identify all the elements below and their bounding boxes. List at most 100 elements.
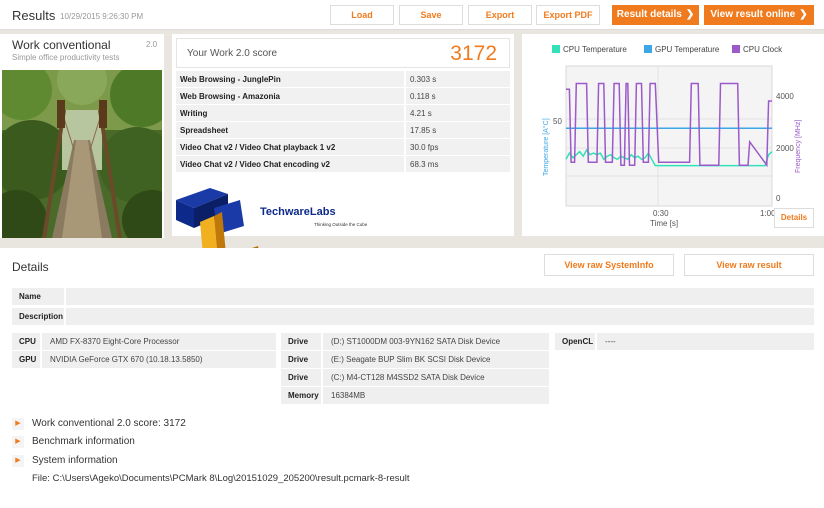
drive-value: (C:) M4-CT128 M4SSD2 SATA Disk Device: [321, 369, 549, 386]
test-version: 2.0: [146, 40, 158, 49]
legend-label: CPU Clock: [743, 45, 783, 54]
y-right-tick-label: 2000: [776, 144, 794, 153]
legend-swatch: [552, 45, 560, 53]
x-axis-label: Time [s]: [650, 219, 678, 228]
drive-value: (E:) Seagate BUP Slim BK SCSI Disk Devic…: [321, 351, 549, 368]
field-label: Drive: [288, 355, 309, 364]
memory-value: 16384MB: [321, 387, 549, 404]
drive-row: Drive (E:) Seagate BUP Slim BK SCSI Disk…: [281, 351, 549, 368]
export-button[interactable]: Export: [468, 5, 532, 25]
field-label: Description: [19, 312, 64, 321]
subscore-name: Video Chat v2 / Video Chat playback 1 v2: [176, 139, 404, 155]
opencl-value: ----: [595, 333, 814, 350]
subscore-name: Video Chat v2 / Video Chat encoding v2: [176, 156, 404, 172]
memory-row: Memory 16384MB: [281, 387, 549, 404]
field-label: OpenCL: [562, 337, 594, 346]
y-left-tick-label: 50: [553, 117, 562, 126]
test-thumbnail-image: [2, 70, 162, 238]
drive-row: Drive (D:) ST1000DM 003-9YN162 SATA Disk…: [281, 333, 549, 350]
details-section: Details View raw SystemInfo View raw res…: [0, 248, 824, 508]
subscore-value: 68.3 ms: [404, 156, 510, 172]
page-title: Results: [12, 8, 56, 23]
field-label: GPU: [19, 355, 37, 364]
subscore-value: 30.0 fps: [404, 139, 510, 155]
cpu-value: AMD FX-8370 Eight-Core Processor: [40, 333, 276, 350]
test-name: Work conventional: [12, 38, 111, 52]
field-label: Drive: [288, 373, 309, 382]
expander-label: System information: [32, 455, 118, 466]
save-button[interactable]: Save: [399, 5, 463, 25]
result-timestamp: 10/29/2015 9:26:30 PM: [60, 12, 144, 21]
score-box: Your Work 2.0 score 3172: [176, 38, 510, 68]
result-details-label: Result details: [616, 9, 682, 20]
y-right-tick-label: 4000: [776, 92, 794, 101]
subscore-name: Spreadsheet: [176, 122, 404, 138]
monitoring-chart-panel: CPU Temperature GPU Temperature CPU Cloc…: [522, 34, 824, 236]
y-right-axis-label: Frequency [MHz]: [795, 120, 802, 173]
gpu-row: GPU NVIDIA GeForce GTX 670 (10.18.13.585…: [12, 351, 276, 368]
result-details-button[interactable]: Result details ❯: [612, 5, 699, 25]
legend-label: CPU Temperature: [563, 45, 627, 54]
drive-value: (D:) ST1000DM 003-9YN162 SATA Disk Devic…: [321, 333, 549, 350]
subscore-table: Web Browsing - JunglePin 0.303 s Web Brow…: [176, 70, 510, 173]
chevron-right-icon: ❯: [685, 9, 695, 20]
table-row: Video Chat v2 / Video Chat playback 1 v2…: [176, 139, 510, 155]
name-value: [64, 288, 814, 305]
legend-item[interactable]: GPU Temperature: [644, 45, 719, 54]
field-label: Drive: [288, 337, 309, 346]
caret-right-icon: ▶: [12, 455, 24, 467]
x-tick-label: 0:30: [653, 209, 669, 218]
table-row: Writing 4.21 s: [176, 105, 510, 121]
details-title: Details: [12, 260, 49, 274]
view-raw-systeminfo-button[interactable]: View raw SystemInfo: [544, 254, 674, 276]
table-row: Spreadsheet 17.85 s: [176, 122, 510, 138]
subscore-value: 0.303 s: [404, 71, 510, 87]
field-label: Name: [19, 292, 41, 301]
caret-right-icon: ▶: [12, 436, 24, 448]
test-description: Simple office productivity tests: [12, 53, 120, 62]
expander-label: Benchmark information: [32, 436, 135, 447]
table-row: Video Chat v2 / Video Chat encoding v2 68…: [176, 156, 510, 172]
drive-row: Drive (C:) M4-CT128 M4SSD2 SATA Disk Dev…: [281, 369, 549, 386]
legend-item[interactable]: CPU Clock: [732, 45, 782, 54]
subscore-name: Web Browsing - Amazonia: [176, 88, 404, 104]
y-right-tick-label: 0: [776, 194, 781, 203]
view-result-online-label: View result online: [710, 9, 796, 20]
subscore-name: Writing: [176, 105, 404, 121]
field-label: CPU: [19, 337, 36, 346]
view-raw-result-button[interactable]: View raw result: [684, 254, 814, 276]
view-result-online-button[interactable]: View result online ❯: [704, 5, 814, 25]
table-row: Web Browsing - JunglePin 0.303 s: [176, 71, 510, 87]
legend-item[interactable]: CPU Temperature: [552, 45, 627, 54]
field-label: Memory: [288, 391, 319, 400]
benchmark-info-expander[interactable]: ▶ Benchmark information: [12, 434, 135, 450]
description-value: [64, 308, 814, 325]
top-bar: Results 10/29/2015 9:26:30 PM Load Save …: [0, 0, 824, 30]
test-card: Work conventional 2.0 Simple office prod…: [0, 34, 164, 238]
subscore-value: 4.21 s: [404, 105, 510, 121]
watermark-tagline: Thinking Outside the Cube: [314, 222, 368, 227]
score-label: Your Work 2.0 score: [187, 48, 278, 59]
score-value: 3172: [450, 42, 497, 65]
description-row: Description: [12, 308, 814, 325]
legend-swatch: [644, 45, 652, 53]
export-pdf-button[interactable]: Export PDF: [536, 5, 600, 25]
subscore-name: Web Browsing - JunglePin: [176, 71, 404, 87]
y-left-axis-label: Temperature [A°C]: [542, 118, 550, 176]
name-row: Name: [12, 288, 814, 305]
watermark-brand: TechwareLabs: [260, 206, 336, 218]
gpu-value: NVIDIA GeForce GTX 670 (10.18.13.5850): [40, 351, 276, 368]
system-info-expander[interactable]: ▶ System information: [12, 453, 118, 469]
subscore-value: 17.85 s: [404, 122, 510, 138]
result-file-path: File: C:\Users\Ageko\Documents\PCMark 8\…: [32, 473, 410, 484]
legend-swatch: [732, 45, 740, 53]
load-button[interactable]: Load: [330, 5, 394, 25]
cpu-row: CPU AMD FX-8370 Eight-Core Processor: [12, 333, 276, 350]
chevron-right-icon: ❯: [799, 9, 808, 20]
subscore-value: 0.118 s: [404, 88, 510, 104]
expander-label: Work conventional 2.0 score: 3172: [32, 418, 186, 429]
opencl-row: OpenCL ----: [555, 333, 814, 350]
chart-details-button[interactable]: Details: [774, 208, 814, 228]
score-expander[interactable]: ▶ Work conventional 2.0 score: 3172: [12, 416, 186, 432]
table-row: Web Browsing - Amazonia 0.118 s: [176, 88, 510, 104]
